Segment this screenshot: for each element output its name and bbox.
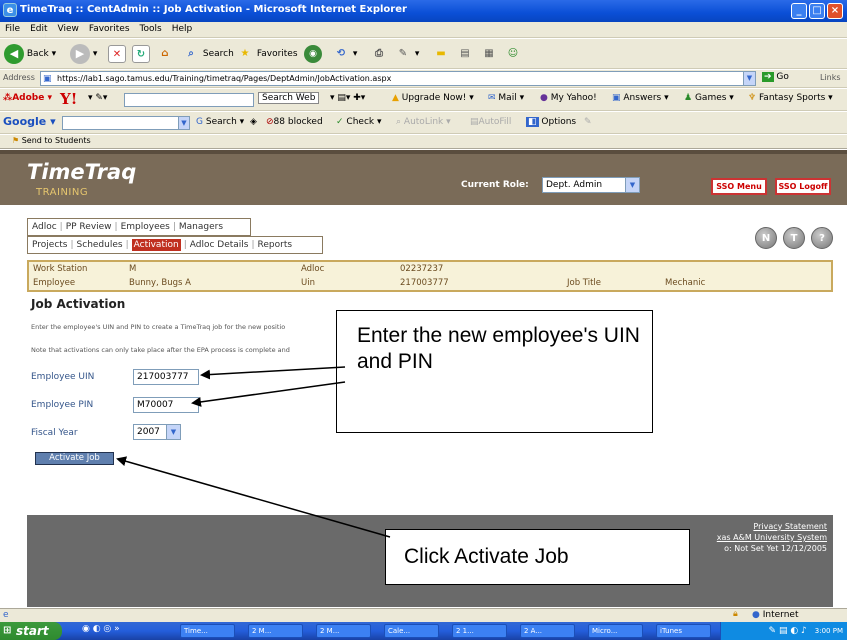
taskbar-item-itunes[interactable]: iTunes [656,624,711,638]
globe-icon: ● [752,610,760,620]
start-button[interactable]: ⊞ start [0,622,62,640]
quick-launch-icons[interactable]: ◉ ◐ ◎ » [82,624,120,634]
taskbar-item-mail-2[interactable]: 2 M... [316,624,371,638]
page-status-icon: e [3,610,9,620]
start-label: start [16,624,49,638]
status-bar: e 🔒︎ ● Internet [0,608,847,622]
arrow-to-pin-icon [191,381,346,407]
callout-arrows [116,366,391,538]
taskbar-item-mail-1[interactable]: 2 M... [248,624,303,638]
arrow-to-uin-icon [200,366,346,380]
screen: e TimeTraq :: CentAdmin :: Job Activatio… [0,0,847,640]
arrow-to-activate-icon [116,456,391,538]
taskbar-item-calendar[interactable]: Cale... [384,624,439,638]
zone-text: Internet [762,610,799,620]
lock-icon: 🔒︎ [733,609,738,619]
taskbar-item-group-2[interactable]: 2 A... [520,624,575,638]
taskbar-item-timetraq[interactable]: Time... [180,624,235,638]
taskbar-item-group-1[interactable]: 2 1... [452,624,507,638]
windows-logo-icon: ⊞ [3,625,12,636]
system-tray: ✎ ▤ ◐ ♪ 3:00 PM [720,622,847,640]
clock: 3:00 PM [814,627,843,635]
zone-label: ● Internet [752,610,798,620]
taskbar-item-microsoft[interactable]: Micro... [588,624,643,638]
tray-icons[interactable]: ✎ ▤ ◐ ♪ [769,626,807,636]
